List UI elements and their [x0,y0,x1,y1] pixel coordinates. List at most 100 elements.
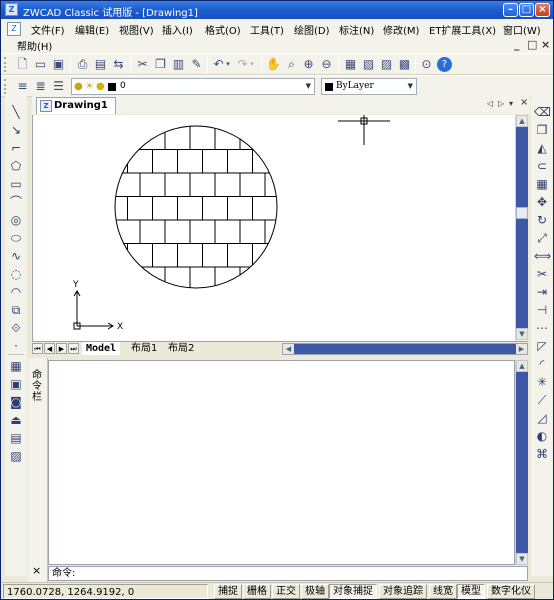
osnap-toggle[interactable]: 对象捕捉 [329,584,377,599]
scroll-up-icon[interactable]: ▲ [516,115,528,127]
doc-close-button[interactable]: × [541,38,550,51]
print-preview-icon[interactable]: ▤ [93,57,108,72]
menu-format[interactable]: 格式(O) [205,22,241,37]
make-block-icon[interactable]: ⟐ [8,320,24,336]
menu-window[interactable]: 窗口(W) [503,22,541,37]
document-icon[interactable]: Z [7,22,21,36]
help-icon[interactable]: ? [437,57,452,72]
edit-icon[interactable]: ◿ [534,410,550,426]
tab-layout2[interactable]: 布局2 [164,342,198,355]
break-icon[interactable]: ⊣ [534,302,550,318]
scroll-track-upper[interactable] [516,127,528,207]
redo-dropdown-icon[interactable]: ▾ [248,57,256,72]
drawing-canvas[interactable]: Y X [32,115,515,341]
tab-model[interactable]: Model [82,342,121,355]
close-button[interactable]: × [535,3,550,17]
menu-view[interactable]: 视图(V) [119,22,154,37]
scroll-thumb[interactable] [516,207,528,219]
paste-icon[interactable]: ▥ [171,57,186,72]
zoom-window-icon[interactable]: ⊕ [301,57,316,72]
explode-icon[interactable]: ✳ [534,374,550,390]
digitizer-toggle[interactable]: 数字化仪 [487,584,535,599]
open-icon[interactable]: ▭ [33,57,48,72]
circle-icon[interactable]: ◎ [8,212,24,228]
layer-dropdown[interactable]: ● ☀ ● 0 ▼ [71,78,315,95]
gradient-icon[interactable]: ▣ [8,376,24,392]
menu-et-tools[interactable]: ET扩展工具(X) [429,22,496,37]
layer-manager-icon[interactable]: ≡ [15,79,30,94]
array-icon[interactable]: ▦ [534,176,550,192]
snap-toggle[interactable]: 捕捉 [214,584,242,599]
tool-palette-icon[interactable]: ▨ [379,57,394,72]
tab-next-icon[interactable]: ▷ [498,99,504,108]
hatch-icon[interactable]: ▦ [8,358,24,374]
drawing-horizontal-scrollbar[interactable]: ◀ ▶ [282,343,528,355]
ellipse-arc-icon[interactable]: ◠ [8,284,24,300]
toolbar-grip[interactable] [4,57,7,72]
doc-restore-button[interactable]: □ [527,38,537,51]
lineweight-toggle[interactable]: 线宽 [429,584,457,599]
scroll-track[interactable] [516,372,528,553]
menu-draw[interactable]: 绘图(D) [294,22,330,37]
tab-drawing1[interactable]: Z Drawing1 [36,97,116,114]
doc-minimize-button[interactable]: _ [514,38,520,51]
properties-icon[interactable]: ▦ [343,57,358,72]
model-toggle[interactable]: 模型 [457,584,485,599]
scroll-right-icon[interactable]: ▶ [516,344,527,354]
insert-block-icon[interactable]: ⧉ [8,302,24,318]
line-icon[interactable]: ╲ [8,104,24,120]
last-layout-icon[interactable]: ⏭ [68,343,79,354]
ellipse-icon[interactable]: ⬭ [8,230,24,246]
scale-icon[interactable]: ⤢ [534,230,550,246]
boundary-icon[interactable]: ⏏ [8,412,24,428]
region-icon[interactable]: ◙ [8,394,24,410]
title-bar[interactable]: Z ZWCAD Classic 试用版 - [Drawing1] – □ × [1,1,553,19]
toolbar-grip[interactable] [4,79,7,94]
offset-icon[interactable]: ⊂ [534,158,550,174]
print-icon[interactable]: ⎙ [75,57,90,72]
publish-icon[interactable]: ⇆ [111,57,126,72]
rectangle-icon[interactable]: ▭ [8,176,24,192]
scroll-down-icon[interactable]: ▼ [516,328,528,340]
polyline-icon[interactable]: ⌐ [8,140,24,156]
layer-state-icon[interactable]: ☰ [51,79,66,94]
scroll-up-icon[interactable]: ▲ [516,360,528,372]
command-history[interactable] [48,360,515,565]
arc-icon[interactable]: ⌒ [8,194,24,210]
linetype-dropdown[interactable]: ByLayer ▼ [321,78,417,95]
maximize-button[interactable]: □ [519,3,534,17]
zoom-realtime-icon[interactable]: ⌕ [284,57,299,72]
menu-insert[interactable]: 插入(I) [162,22,193,37]
ortho-toggle[interactable]: 正交 [272,584,300,599]
menu-dimension[interactable]: 标注(N) [339,22,374,37]
tab-layout1[interactable]: 布局1 [127,342,161,355]
zoom-previous-icon[interactable]: ⊖ [319,57,334,72]
otrack-toggle[interactable]: 对象追踪 [379,584,427,599]
match-icon[interactable]: ⌘ [534,446,550,462]
fillet-icon[interactable]: ◜ [534,356,550,372]
revcloud-icon[interactable]: ◌ [8,266,24,282]
copy-icon[interactable]: ❐ [153,57,168,72]
erase-icon[interactable]: ⌫ [534,104,551,120]
image-icon[interactable]: ▨ [8,448,24,464]
copy-object-icon[interactable]: ❐ [534,122,550,138]
ray-icon[interactable]: ↘ [8,122,24,138]
first-layout-icon[interactable]: ⏮ [32,343,43,354]
command-scrollbar[interactable]: ▲ ▼ [515,360,528,565]
trim-icon[interactable]: ✂ [534,266,550,282]
move-icon[interactable]: ✥ [534,194,550,210]
spline-icon[interactable]: ∿ [8,248,24,264]
undo-dropdown-icon[interactable]: ▾ [224,57,232,72]
new-icon[interactable]: 🗋 [15,57,30,72]
rotate-icon[interactable]: ↻ [534,212,550,228]
polygon-icon[interactable]: ⬠ [8,158,24,174]
drawing-vertical-scrollbar[interactable]: ▲ ▼ [515,115,528,341]
scroll-left-icon[interactable]: ◀ [283,344,294,354]
cut-icon[interactable]: ✂ [135,57,150,72]
command-close-button[interactable]: × [32,564,41,577]
mirror-icon[interactable]: ◭ [534,140,550,156]
lengthen-icon[interactable]: ⟋ [534,392,550,408]
polar-toggle[interactable]: 极轴 [301,584,329,599]
extend-icon[interactable]: ⇥ [534,284,550,300]
menu-tools[interactable]: 工具(T) [250,22,284,37]
